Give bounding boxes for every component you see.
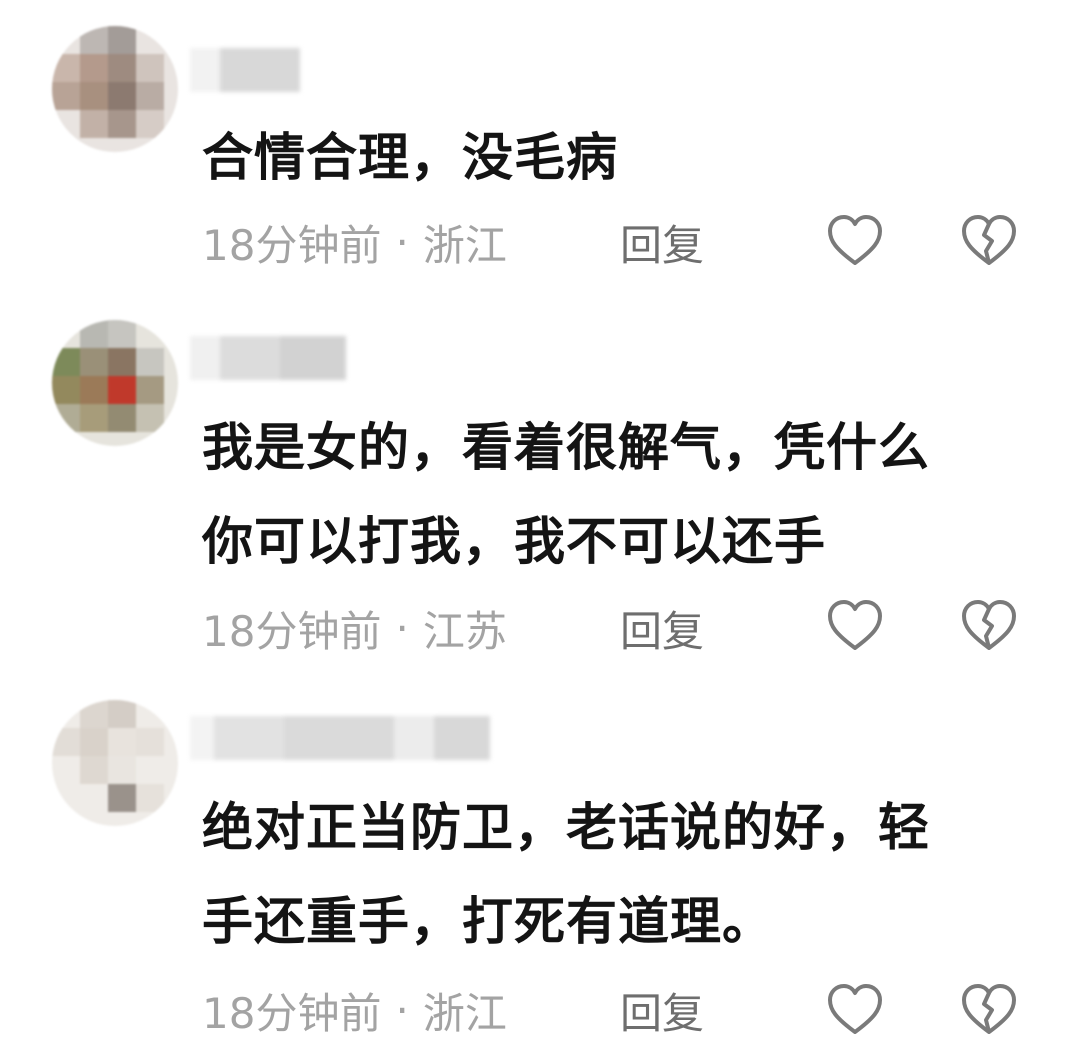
like-icon[interactable] xyxy=(826,598,884,654)
comment-text: 绝对正当防卫，老话说的好，轻 手还重手，打死有道理。 xyxy=(202,799,931,952)
reply-button[interactable]: 回复 xyxy=(620,598,704,659)
comment-time: 18分钟前 xyxy=(202,220,382,270)
meta-separator: · xyxy=(395,217,409,267)
comment-text: 合情合理，没毛病 xyxy=(202,129,619,188)
comment-time: 18分钟前 xyxy=(202,988,382,1038)
comment-location: 浙江 xyxy=(422,220,507,270)
meta-separator: · xyxy=(395,985,409,1035)
comment-location: 江苏 xyxy=(422,606,507,656)
avatar[interactable] xyxy=(52,26,178,152)
reply-button[interactable]: 回复 xyxy=(620,980,704,1041)
comment-meta: 18分钟前 · 浙江 回复 xyxy=(202,212,704,272)
meta-separator: · xyxy=(395,603,409,653)
reply-button[interactable]: 回复 xyxy=(620,212,704,273)
comment-time: 18分钟前 xyxy=(202,606,382,656)
avatar[interactable] xyxy=(52,700,178,826)
like-icon[interactable] xyxy=(826,213,884,269)
broken-heart-icon[interactable] xyxy=(960,213,1018,269)
comment-location: 浙江 xyxy=(422,988,507,1038)
like-icon[interactable] xyxy=(826,982,884,1038)
comment-meta: 18分钟前 · 浙江 回复 xyxy=(202,980,704,1040)
comment-item: 我是女的，看着很解气，凭什么 你可以打我，我不可以还手 18分钟前 · 江苏 回… xyxy=(0,300,1080,690)
username-blurred[interactable] xyxy=(190,336,346,380)
broken-heart-icon[interactable] xyxy=(960,982,1018,1038)
username-blurred[interactable] xyxy=(190,48,300,92)
comment-item: 绝对正当防卫，老话说的好，轻 手还重手，打死有道理。 18分钟前 · 浙江 回复 xyxy=(0,690,1080,1050)
comment-meta: 18分钟前 · 江苏 回复 xyxy=(202,598,704,658)
comment-item: 合情合理，没毛病 18分钟前 · 浙江 回复 xyxy=(0,0,1080,300)
broken-heart-icon[interactable] xyxy=(960,598,1018,654)
avatar[interactable] xyxy=(52,320,178,446)
username-blurred[interactable] xyxy=(190,716,490,760)
comment-text: 我是女的，看着很解气，凭什么 你可以打我，我不可以还手 xyxy=(202,419,931,572)
